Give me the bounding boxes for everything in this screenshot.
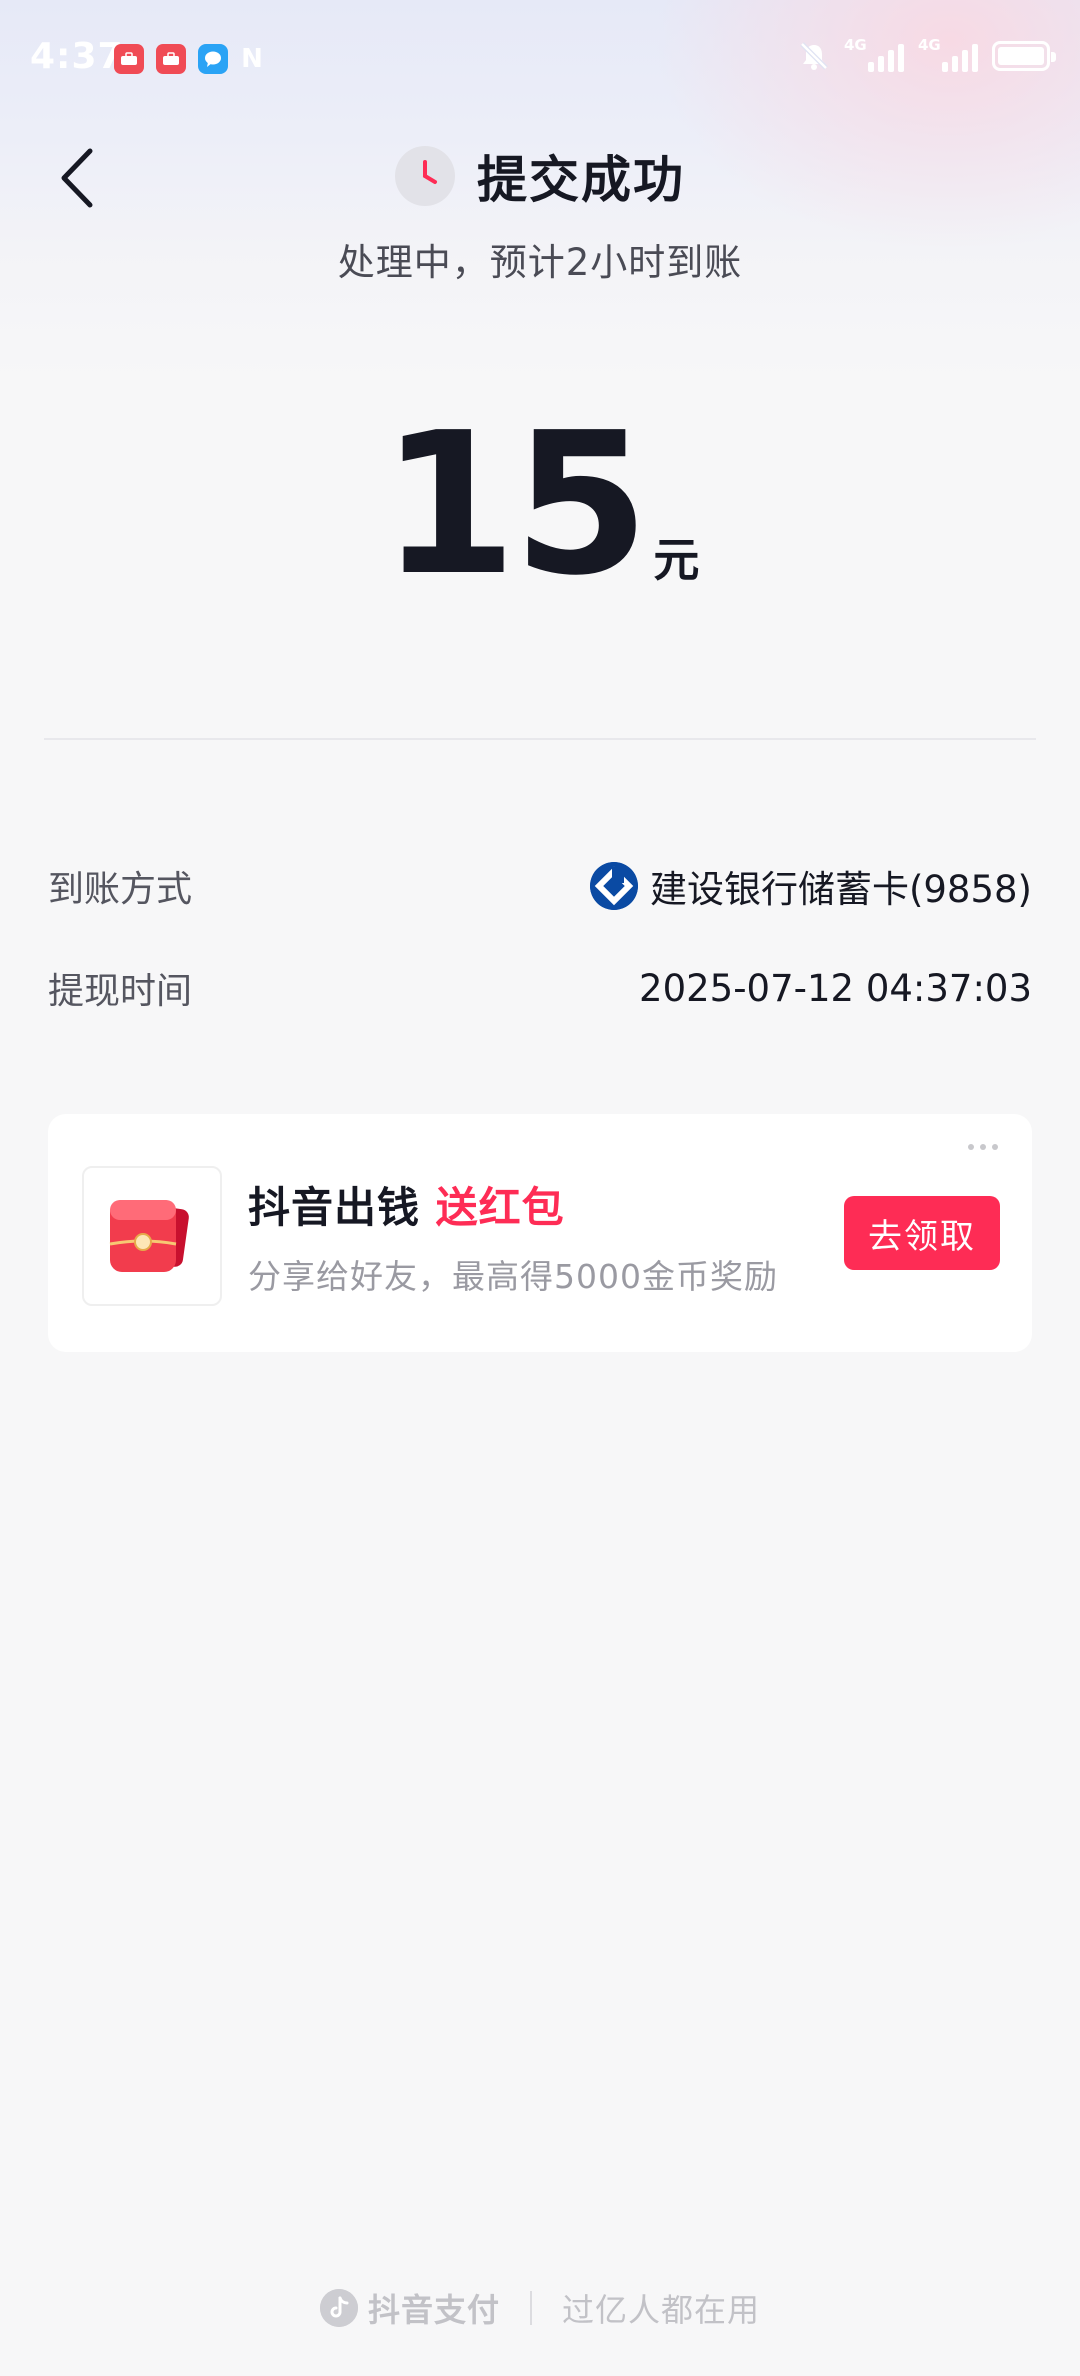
battery-icon xyxy=(992,41,1056,71)
red-envelope-icon xyxy=(82,1166,222,1306)
nfc-icon: N xyxy=(241,44,263,74)
app-notification-icon xyxy=(114,44,144,74)
page-title: 提交成功 xyxy=(477,151,685,209)
time-value: 2025-07-12 04:37:03 xyxy=(639,966,1032,1010)
app-notification-icon xyxy=(156,44,186,74)
footer-separator xyxy=(530,2291,532,2325)
status-subtitle: 处理中，预计2小时到账 xyxy=(337,241,743,284)
footer-brand-text: 抖音支付 xyxy=(367,2291,500,2329)
method-value: 建设银行储蓄卡(9858) xyxy=(589,859,1032,913)
info-row-time: 提现时间 2025-07-12 04:37:03 xyxy=(48,958,1032,1018)
status-bar: 4:37 N 4G 4G xyxy=(0,0,1080,118)
more-options-icon[interactable] xyxy=(968,1144,998,1150)
footer: 抖音支付 过亿人都在用 xyxy=(0,2278,1080,2338)
message-icon xyxy=(198,44,228,74)
promo-title: 抖音出钱 送红包 xyxy=(248,1174,565,1235)
claim-button[interactable]: 去领取 xyxy=(844,1196,1000,1270)
bell-muted-icon xyxy=(800,42,828,70)
signal-icon: 4G xyxy=(918,38,978,72)
signal-icon: 4G xyxy=(844,38,904,72)
amount-value: 15 xyxy=(380,391,650,619)
status-indicators: 4G 4G xyxy=(798,38,1056,72)
footer-slogan: 过亿人都在用 xyxy=(562,2291,761,2329)
clock-icon xyxy=(395,146,455,206)
promo-title-main: 抖音出钱 xyxy=(248,1183,421,1232)
promo-subtitle: 分享给好友，最高得5000金币奖励 xyxy=(248,1257,778,1296)
method-label: 到账方式 xyxy=(48,869,193,910)
bank-card-name: 建设银行储蓄卡(9858) xyxy=(649,868,1032,911)
amount-unit: 元 xyxy=(653,533,700,587)
info-row-method: 到账方式 建设银行储蓄卡(9858) xyxy=(48,856,1032,916)
promo-card[interactable]: 抖音出钱 送红包 分享给好友，最高得5000金币奖励 去领取 xyxy=(48,1114,1032,1352)
title-row: 提交成功 xyxy=(0,138,1080,214)
status-time: 4:37 xyxy=(30,36,124,77)
douyin-logo-icon xyxy=(319,2289,358,2327)
time-label: 提现时间 xyxy=(48,971,193,1012)
ccb-bank-icon xyxy=(589,862,638,910)
promo-title-highlight: 送红包 xyxy=(435,1183,565,1232)
divider xyxy=(44,738,1036,740)
amount-display: 15 元 xyxy=(0,391,1080,619)
footer-brand: 抖音支付 xyxy=(319,2285,500,2331)
